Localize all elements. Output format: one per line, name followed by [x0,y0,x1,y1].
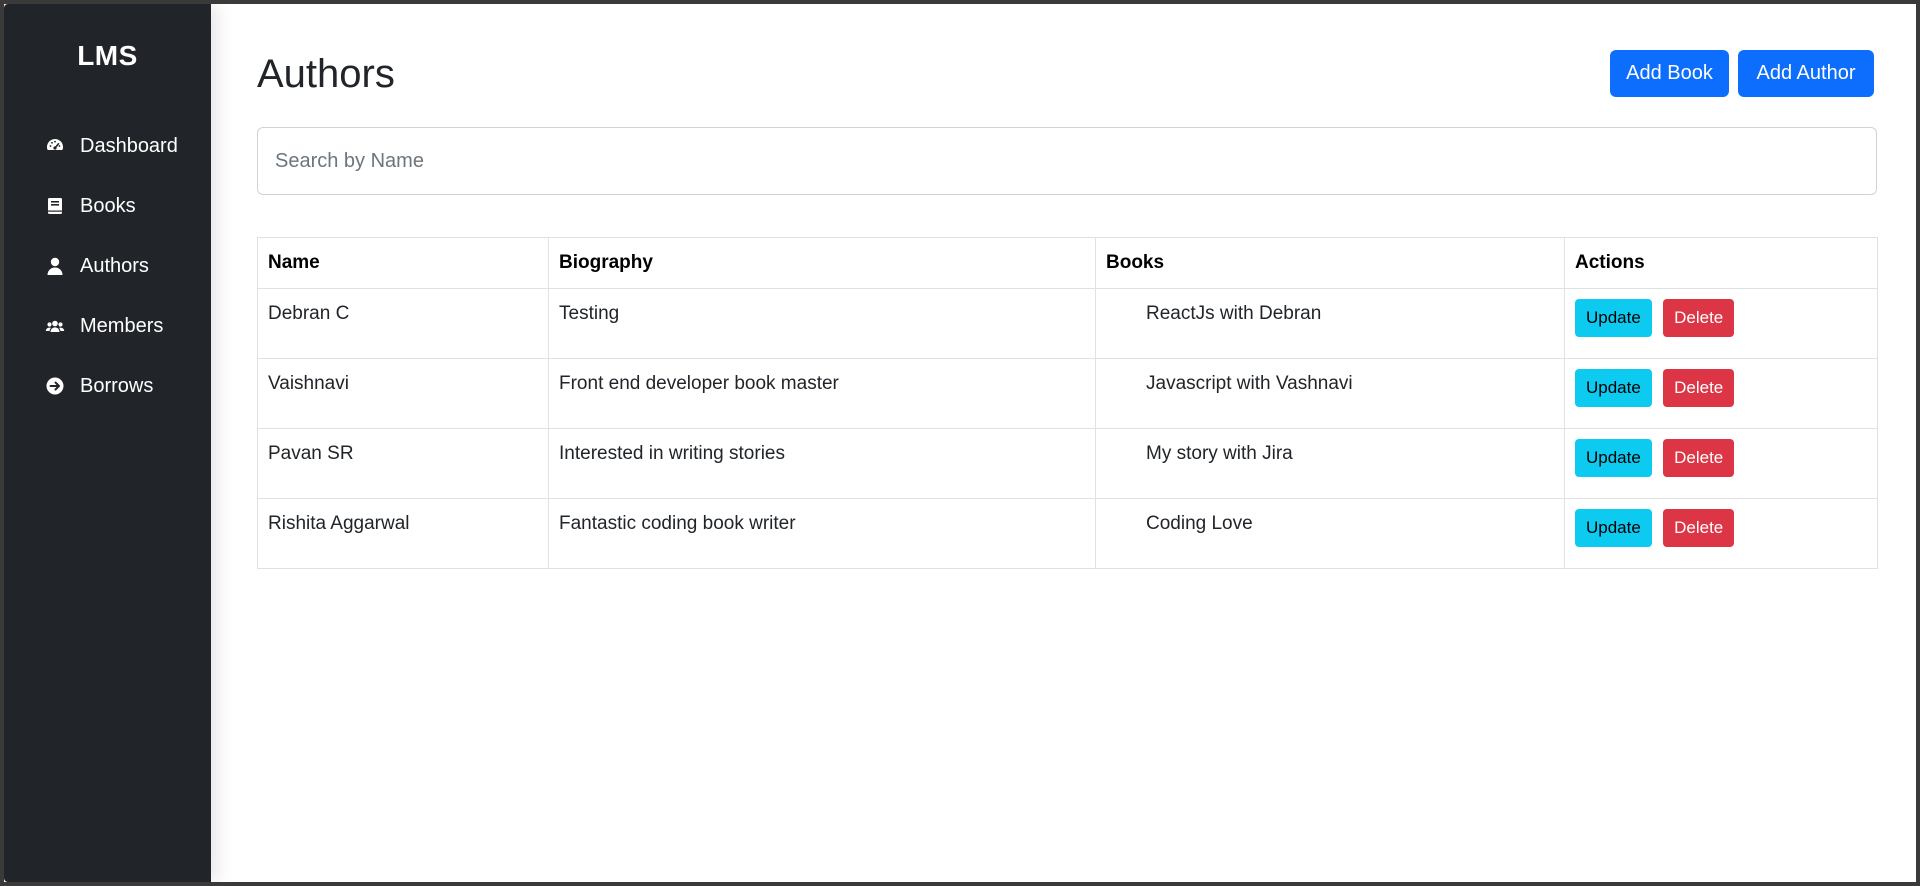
author-biography: Interested in writing stories [548,428,1096,499]
table-row: Rishita Aggarwal Fantastic coding book w… [257,498,1878,569]
column-header-name: Name [257,237,549,289]
author-biography: Front end developer book master [548,358,1096,429]
row-actions: Update Delete [1564,288,1878,359]
update-button[interactable]: Update [1575,439,1652,477]
sidebar-item-dashboard[interactable]: Dashboard [4,116,211,176]
row-actions: Update Delete [1564,428,1878,499]
row-actions: Update Delete [1564,358,1878,429]
sidebar: LMS Dashboard Books Authors Members Borr… [4,4,211,882]
book-list: Javascript with Vashnavi [1106,373,1554,395]
author-books: Coding Love [1095,498,1565,569]
update-button[interactable]: Update [1575,299,1652,337]
table-row: Debran C Testing ReactJs with Debran Upd… [257,288,1878,359]
authors-table: Name Biography Books Actions Debran C Te… [257,237,1878,569]
column-header-books: Books [1095,237,1565,289]
table-header-row: Name Biography Books Actions [257,237,1878,289]
book-icon [44,195,66,217]
dashboard-gauge-icon [44,135,66,157]
author-books: ReactJs with Debran [1095,288,1565,359]
book-title: Javascript with Vashnavi [1146,373,1353,394]
update-button[interactable]: Update [1575,369,1652,407]
sidebar-nav: Dashboard Books Authors Members Borrows [4,116,211,416]
book-list: ReactJs with Debran [1106,303,1554,325]
main-content: Authors Add Book Add Author Name Biograp… [253,4,1878,882]
sidebar-item-label: Books [80,194,136,217]
book-title: My story with Jira [1146,443,1293,464]
sidebar-item-books[interactable]: Books [4,176,211,236]
sidebar-item-label: Authors [80,254,149,277]
author-name: Debran C [257,288,549,359]
brand-logo[interactable]: LMS [4,40,211,72]
book-title: Coding Love [1146,513,1253,534]
book-title: ReactJs with Debran [1146,303,1322,324]
author-biography: Testing [548,288,1096,359]
add-book-button[interactable]: Add Book [1610,50,1729,97]
arrow-circle-right-icon [44,375,66,397]
delete-button[interactable]: Delete [1663,369,1735,407]
app-window: LMS Dashboard Books Authors Members Borr… [4,4,1916,882]
users-icon [44,315,66,337]
column-header-actions: Actions [1564,237,1878,289]
author-name: Vaishnavi [257,358,549,429]
sidebar-item-borrows[interactable]: Borrows [4,356,211,416]
author-name: Rishita Aggarwal [257,498,549,569]
search-input[interactable] [257,127,1877,195]
author-name: Pavan SR [257,428,549,499]
author-biography: Fantastic coding book writer [548,498,1096,569]
table-row: Pavan SR Interested in writing stories M… [257,428,1878,499]
book-list: My story with Jira [1106,443,1554,465]
page-title: Authors [257,52,395,96]
author-books: My story with Jira [1095,428,1565,499]
delete-button[interactable]: Delete [1663,509,1735,547]
delete-button[interactable]: Delete [1663,299,1735,337]
book-list: Coding Love [1106,513,1554,535]
add-author-button[interactable]: Add Author [1738,50,1874,97]
sidebar-item-label: Borrows [80,374,154,397]
table-row: Vaishnavi Front end developer book maste… [257,358,1878,429]
sidebar-item-authors[interactable]: Authors [4,236,211,296]
delete-button[interactable]: Delete [1663,439,1735,477]
update-button[interactable]: Update [1575,509,1652,547]
author-books: Javascript with Vashnavi [1095,358,1565,429]
row-actions: Update Delete [1564,498,1878,569]
sidebar-item-label: Members [80,314,164,337]
column-header-biography: Biography [548,237,1096,289]
sidebar-item-members[interactable]: Members [4,296,211,356]
sidebar-item-label: Dashboard [80,134,178,157]
user-icon [44,255,66,277]
